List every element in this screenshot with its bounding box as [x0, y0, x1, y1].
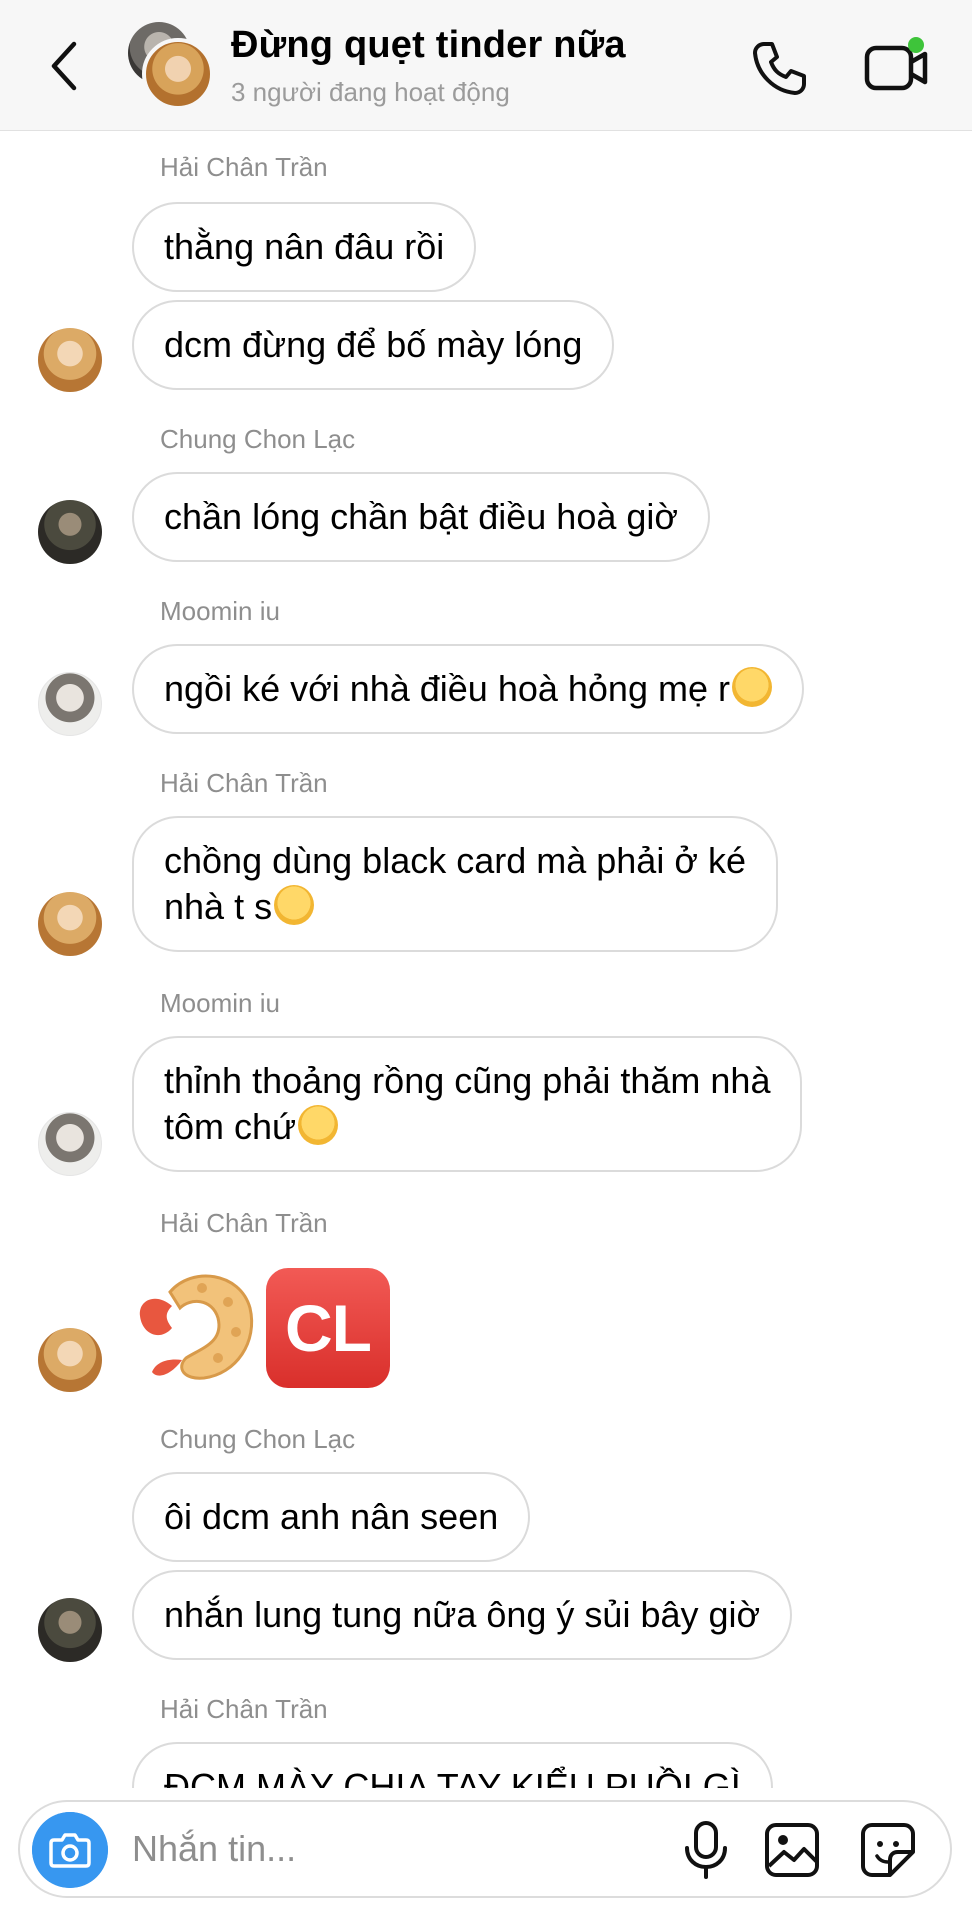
avatar[interactable]: [38, 1328, 102, 1392]
sender-name: Hải Chân Trần: [160, 768, 328, 798]
chat-header: Đừng quẹt tinder nữa 3 người đang hoạt đ…: [0, 0, 972, 131]
message-bubble[interactable]: ôi dcm anh nân seen: [132, 1472, 531, 1562]
message-bubble[interactable]: chần lóng chần bật điều hoà giờ: [132, 472, 711, 562]
message-text: tôm chứ: [164, 1106, 297, 1147]
avatar[interactable]: [38, 892, 102, 956]
message-text: nhắn lung tung nữa ông ý sủi bây giờ: [164, 1594, 761, 1635]
microphone-icon[interactable]: [680, 1820, 732, 1880]
avatar[interactable]: [38, 1112, 102, 1176]
pensive-emoji: [298, 1105, 339, 1145]
cl-emoji[interactable]: CL: [266, 1268, 390, 1388]
smirk-emoji: [274, 885, 315, 925]
crying-face-emoji: [731, 667, 772, 707]
active-status: 3 người đang hoạt động: [231, 77, 510, 107]
cl-label: CL: [285, 1291, 372, 1365]
avatar[interactable]: [38, 672, 102, 736]
message-text: thằng nân đâu rồi: [164, 226, 445, 267]
sender-name: Moomin iu: [160, 988, 280, 1018]
message-bubble[interactable]: ngồi ké với nhà điều hoà hỏng mẹ r: [132, 644, 804, 734]
message-text: nhà t s: [164, 886, 273, 927]
sticker-icon[interactable]: [860, 1822, 916, 1878]
phone-icon[interactable]: [750, 38, 810, 98]
sender-name: Moomin iu: [160, 596, 280, 626]
message-text: chần lóng chần bật điều hoà giờ: [164, 496, 679, 537]
camera-icon[interactable]: [32, 1812, 108, 1888]
message-bubble[interactable]: thỉnh thoảng rồng cũng phải thăm nhà tôm…: [132, 1036, 803, 1172]
sender-name: Chung Chon Lạc: [160, 1424, 356, 1454]
sender-name: Hải Chân Trần: [160, 1208, 328, 1238]
message-text: chồng dùng black card mà phải ở ké: [164, 840, 746, 881]
message-bubble[interactable]: nhắn lung tung nữa ông ý sủi bây giờ: [132, 1570, 793, 1660]
message-bubble[interactable]: thằng nân đâu rồi: [132, 202, 477, 292]
sender-name: Hải Chân Trần: [160, 152, 328, 182]
fried-shrimp-emoji[interactable]: [132, 1262, 260, 1384]
avatar[interactable]: [38, 500, 102, 564]
message-list[interactable]: Hải Chân Trần thằng nân đâu rồi dcm đừng…: [0, 132, 972, 1800]
gallery-icon[interactable]: [764, 1822, 820, 1878]
group-avatar[interactable]: [126, 22, 214, 110]
chat-title[interactable]: Đừng quẹt tinder nữa: [231, 24, 626, 67]
message-composer[interactable]: Nhắn tin...: [18, 1800, 952, 1898]
video-call-icon[interactable]: [864, 36, 928, 96]
message-bubble[interactable]: chồng dùng black card mà phải ở ké nhà t…: [132, 816, 778, 952]
message-text: dcm đừng để bố mày lóng: [164, 324, 583, 365]
avatar[interactable]: [38, 1598, 102, 1662]
message-text: ôi dcm anh nân seen: [164, 1496, 499, 1537]
online-dot: [908, 37, 924, 53]
message-input[interactable]: Nhắn tin...: [132, 1828, 296, 1870]
group-avatar-front: [142, 38, 214, 110]
chevron-left-icon[interactable]: [44, 36, 88, 96]
message-text: thỉnh thoảng rồng cũng phải thăm nhà: [164, 1060, 771, 1101]
sender-name: Hải Chân Trần: [160, 1694, 328, 1724]
message-text: ngồi ké với nhà điều hoà hỏng mẹ r: [164, 668, 730, 709]
sender-name: Chung Chon Lạc: [160, 424, 356, 454]
message-bubble[interactable]: dcm đừng để bố mày lóng: [132, 300, 615, 390]
avatar[interactable]: [38, 328, 102, 392]
